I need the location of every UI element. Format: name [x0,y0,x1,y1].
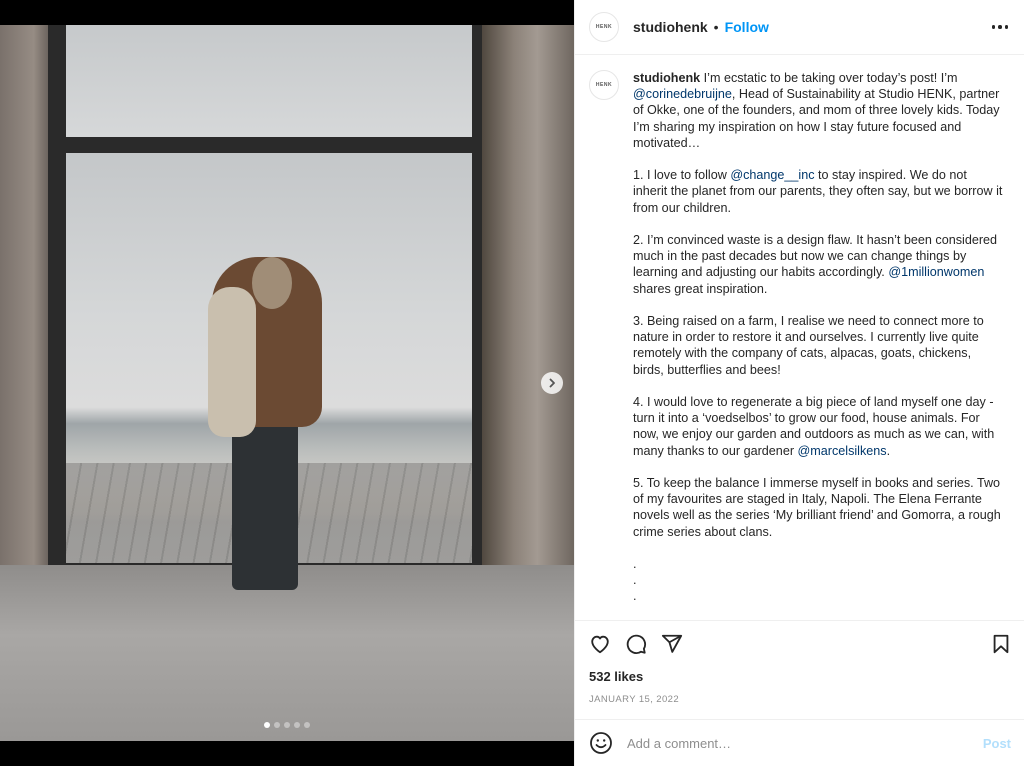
post-actions: 532 likes JANUARY 15, 2022 [575,620,1024,705]
caption-text-segment: . [886,443,891,458]
chevron-right-icon [549,378,555,388]
carousel-indicator [264,722,310,728]
concrete-floor [0,565,574,741]
post-header: HENK studiohenk • Follow [575,0,1024,55]
carousel-dot-4 [294,722,300,728]
caption-point-4: 4. I would love to regenerate a big piec… [633,394,1003,459]
header-separator: • [713,19,719,35]
follow-button[interactable]: Follow [725,19,769,35]
share-button[interactable] [661,633,683,655]
mention-link[interactable]: @change__inc [730,168,814,182]
more-options-button[interactable] [991,25,1008,29]
more-horizontal-icon [991,25,995,29]
like-button[interactable] [589,633,611,655]
caption-point-1: 1. I love to follow @change__inc to stay… [633,167,1003,216]
post-side-panel: HENK studiohenk • Follow HENK studiohenk… [574,0,1024,766]
more-dot [998,25,1002,29]
carousel-dot-1 [264,722,270,728]
more-dot [1004,25,1008,29]
emoji-icon [590,732,612,754]
bookmark-icon [993,634,1009,654]
mention-link[interactable]: @1millionwomen [888,265,984,279]
caption-avatar[interactable]: HENK [589,70,619,100]
save-button[interactable] [991,633,1011,655]
instagram-post-view: HENK studiohenk • Follow HENK studiohenk… [0,0,1024,766]
wall-left [0,25,48,595]
comment-bar: Post [575,719,1024,766]
mention-link[interactable]: @marcelsilkens [798,444,887,458]
caption-intro: studiohenk I’m ecstatic to be taking ove… [633,70,1003,151]
comment-button[interactable] [625,633,647,655]
child [208,287,256,437]
post-date[interactable]: JANUARY 15, 2022 [589,694,1011,705]
action-bar [589,621,1011,667]
wall-right [482,25,574,595]
send-icon [661,634,683,653]
woman-head [252,257,292,309]
caption-trailing-dots: . . . [633,556,1003,605]
post-media [0,0,574,766]
post-photo [0,25,574,741]
dot-line: . [633,589,637,604]
caption-point-5: 5. To keep the balance I immerse myself … [633,476,1001,539]
header-username[interactable]: studiohenk [633,19,708,35]
caption-text-segment: 1. I love to follow [633,168,731,183]
caption-text-segment: I’m ecstatic to be taking over today’s p… [700,71,958,85]
carousel-dot-2 [274,722,280,728]
dot-line: . [633,557,637,571]
woman-legs [232,415,298,590]
caption-username[interactable]: studiohenk [633,71,700,85]
carousel-dot-3 [284,722,290,728]
avatar[interactable]: HENK [589,12,619,42]
comment-input[interactable] [627,735,983,751]
caption-point-3: 3. Being raised on a farm, I realise we … [633,314,984,377]
carousel-next-button[interactable] [541,372,563,394]
caption-area: HENK studiohenk I’m ecstatic to be takin… [575,56,1024,620]
caption-text: studiohenk I’m ecstatic to be taking ove… [633,70,1003,620]
emoji-button[interactable] [589,731,613,755]
avatar-text: HENK [595,82,613,88]
window-pane-top [66,25,472,137]
caption-text-segment: shares great inspiration. [633,281,768,296]
caption-point-2: 2. I’m convinced waste is a design flaw.… [633,232,1003,297]
post-comment-button[interactable]: Post [983,736,1011,751]
avatar-text: HENK [595,24,613,30]
mention-link[interactable]: @corinedebruijne [633,87,732,101]
likes-count[interactable]: 532 likes [589,669,1011,684]
heart-icon [591,635,609,654]
comment-icon [626,634,646,654]
carousel-dot-5 [304,722,310,728]
dot-line: . [633,573,637,588]
